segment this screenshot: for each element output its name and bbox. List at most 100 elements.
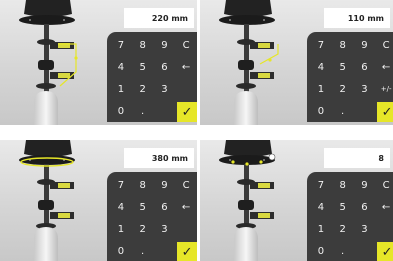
key-5[interactable]: 5 (332, 57, 354, 79)
pedestal (234, 91, 258, 125)
pedestal (234, 227, 258, 261)
backspace-key[interactable]: ← (175, 197, 197, 219)
key-5[interactable]: 5 (132, 197, 154, 219)
value-readout[interactable]: 380 mm (124, 148, 194, 168)
decimal-key[interactable]: . (132, 100, 154, 122)
key-6[interactable]: 6 (354, 57, 376, 79)
confirm-key[interactable]: ✓ (177, 102, 197, 122)
backspace-key[interactable]: ← (375, 197, 393, 219)
key-6[interactable]: 6 (154, 57, 176, 79)
machine-illustration (219, 0, 279, 125)
key-9[interactable]: 9 (354, 175, 376, 197)
middle-collar (38, 60, 54, 70)
sign-toggle-key[interactable]: +/- (375, 79, 393, 101)
key-1[interactable]: 1 (310, 219, 332, 241)
key-0[interactable]: 0 (110, 240, 132, 261)
confirm-key[interactable]: ✓ (177, 242, 197, 261)
empty-key (354, 240, 376, 261)
setup-panel-4: 8 7 8 9 C 4 5 6 ← 1 2 3 0. ✓ (200, 140, 393, 261)
confirm-key[interactable]: ✓ (377, 102, 393, 122)
measure-point (74, 56, 78, 60)
key-9[interactable]: 9 (354, 35, 376, 57)
decimal-key[interactable]: . (332, 240, 354, 261)
tool-dial (268, 153, 276, 161)
machine-illustration (19, 140, 75, 261)
key-6[interactable]: 6 (354, 197, 376, 219)
key-8[interactable]: 8 (132, 35, 154, 57)
decimal-key[interactable]: . (132, 240, 154, 261)
key-7[interactable]: 7 (310, 175, 332, 197)
pedestal (34, 227, 58, 261)
key-7[interactable]: 7 (110, 175, 132, 197)
machine-illustration (219, 140, 276, 261)
empty-key (154, 100, 176, 122)
key-4[interactable]: 4 (310, 57, 332, 79)
machine-head (224, 0, 272, 17)
upper-flange (19, 15, 75, 25)
measure-point (245, 162, 249, 166)
empty-key (175, 219, 197, 241)
empty-key (375, 219, 393, 241)
key-2[interactable]: 2 (132, 219, 154, 241)
machine-illustration (19, 0, 78, 125)
upper-flange (219, 15, 275, 25)
key-0[interactable]: 0 (110, 100, 132, 122)
measure-line (58, 43, 77, 87)
key-2[interactable]: 2 (332, 79, 354, 101)
key-4[interactable]: 4 (110, 197, 132, 219)
key-8[interactable]: 8 (132, 175, 154, 197)
setup-panel-3: 380 mm 7 8 9 C 4 5 6 ← 1 2 3 0. ✓ (0, 140, 197, 261)
key-5[interactable]: 5 (332, 197, 354, 219)
key-4[interactable]: 4 (110, 57, 132, 79)
key-7[interactable]: 7 (310, 35, 332, 57)
key-2[interactable]: 2 (132, 79, 154, 101)
clear-key[interactable]: C (375, 175, 393, 197)
measure-point (231, 160, 235, 164)
key-5[interactable]: 5 (132, 57, 154, 79)
backspace-key[interactable]: ← (375, 57, 393, 79)
key-8[interactable]: 8 (332, 35, 354, 57)
key-7[interactable]: 7 (110, 35, 132, 57)
machine-head (224, 140, 272, 157)
clear-key[interactable]: C (175, 35, 197, 57)
machine-head (24, 0, 72, 17)
clear-key[interactable]: C (375, 35, 393, 57)
setup-panel-2: 110 mm 7 8 9 C 4 5 6 ← 1 2 3 +/- 0. ✓ (200, 0, 393, 125)
middle-collar (38, 200, 54, 210)
numeric-keypad: 7 8 9 C 4 5 6 ← 1 2 3 0. ✓ (307, 172, 393, 261)
setup-panel-1: 220 mm 7 8 9 C 4 5 6 ← 1 2 3 0. ✓ (0, 0, 197, 125)
clear-key[interactable]: C (175, 175, 197, 197)
key-9[interactable]: 9 (154, 175, 176, 197)
decimal-key[interactable]: . (332, 100, 354, 122)
middle-collar (238, 60, 254, 70)
numeric-keypad: 7 8 9 C 4 5 6 ← 1 2 3 +/- 0. ✓ (307, 32, 393, 122)
key-2[interactable]: 2 (332, 219, 354, 241)
key-0[interactable]: 0 (310, 240, 332, 261)
empty-key (154, 240, 176, 261)
key-3[interactable]: 3 (154, 79, 176, 101)
key-6[interactable]: 6 (154, 197, 176, 219)
numeric-keypad: 7 8 9 C 4 5 6 ← 1 2 3 0. ✓ (107, 172, 197, 261)
key-0[interactable]: 0 (310, 100, 332, 122)
empty-key (354, 100, 376, 122)
machine-head (24, 140, 72, 157)
backspace-key[interactable]: ← (175, 57, 197, 79)
key-1[interactable]: 1 (110, 79, 132, 101)
key-4[interactable]: 4 (310, 197, 332, 219)
key-1[interactable]: 1 (110, 219, 132, 241)
key-3[interactable]: 3 (154, 219, 176, 241)
confirm-key[interactable]: ✓ (377, 242, 393, 261)
empty-key (175, 79, 197, 101)
value-readout[interactable]: 110 mm (324, 8, 390, 28)
key-1[interactable]: 1 (310, 79, 332, 101)
pedestal (34, 91, 58, 125)
numeric-keypad: 7 8 9 C 4 5 6 ← 1 2 3 0. ✓ (107, 32, 197, 122)
value-readout[interactable]: 220 mm (124, 8, 194, 28)
middle-collar (238, 200, 254, 210)
measure-point (268, 58, 272, 62)
key-9[interactable]: 9 (154, 35, 176, 57)
value-readout[interactable]: 8 (324, 148, 390, 168)
key-3[interactable]: 3 (354, 219, 376, 241)
key-3[interactable]: 3 (354, 79, 376, 101)
key-8[interactable]: 8 (332, 175, 354, 197)
